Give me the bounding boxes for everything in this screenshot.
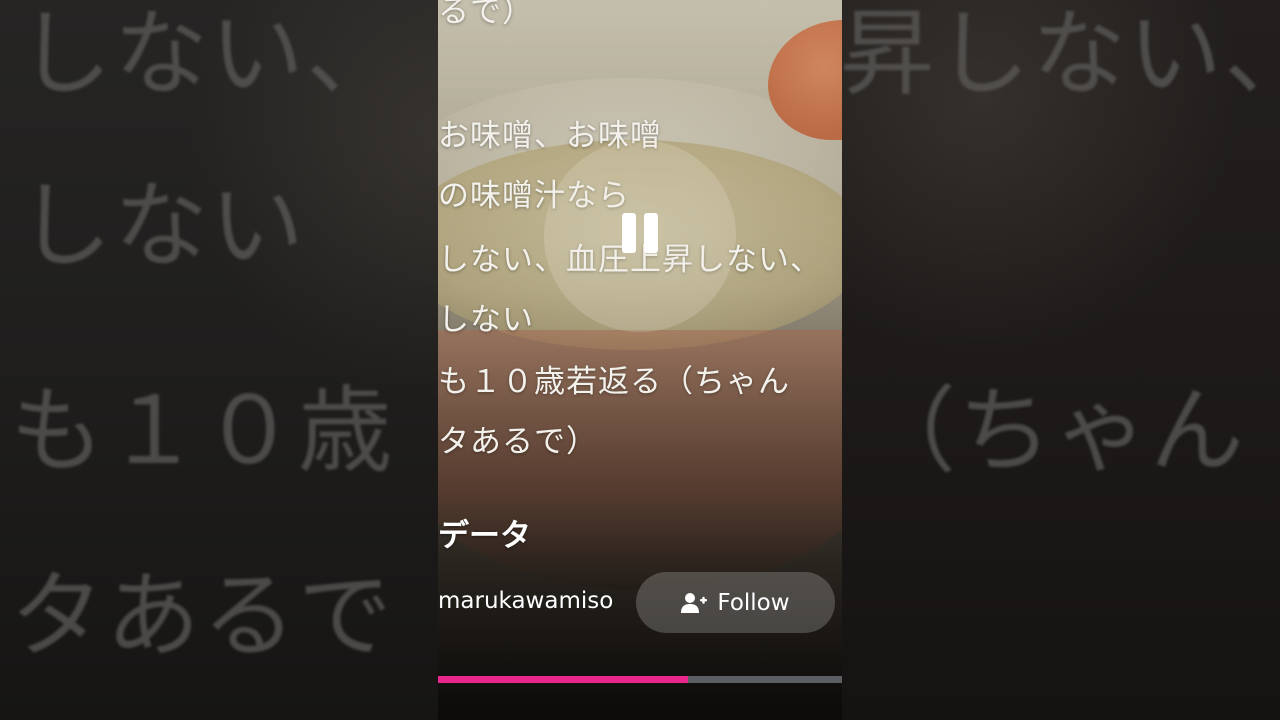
ambient-text: 昇しない、 bbox=[842, 0, 1280, 109]
video-player: しない、 しない も１０歳 タあるで 昇しない、 （ちゃん るで） お味噌、お味… bbox=[0, 0, 1280, 720]
person-plus-icon bbox=[681, 592, 708, 613]
follow-label: Follow bbox=[717, 589, 790, 616]
ambient-text: しない、 bbox=[18, 0, 403, 109]
video-title[interactable]: データ bbox=[438, 510, 531, 554]
progress-fill bbox=[438, 676, 689, 683]
ambient-text: （ちゃん bbox=[862, 377, 1247, 486]
ambient-background-left: しない、 しない も１０歳 タあるで bbox=[0, 0, 438, 720]
caption-line: しない bbox=[438, 302, 534, 338]
caption-line: も１０歳若返る（ちゃん bbox=[438, 364, 790, 400]
pause-icon[interactable] bbox=[620, 213, 660, 253]
progress-bar[interactable] bbox=[438, 676, 842, 683]
ambient-background-right: 昇しない、 （ちゃん bbox=[842, 0, 1280, 720]
channel-name[interactable]: marukawamiso bbox=[438, 588, 613, 618]
ambient-text: も１０歳 bbox=[10, 377, 395, 486]
follow-button[interactable]: Follow bbox=[636, 572, 835, 633]
caption-line: るで） bbox=[438, 0, 534, 30]
ambient-text: タあるで bbox=[10, 562, 395, 671]
caption-line: タあるで） bbox=[438, 424, 598, 460]
ambient-text: しない bbox=[18, 172, 307, 281]
